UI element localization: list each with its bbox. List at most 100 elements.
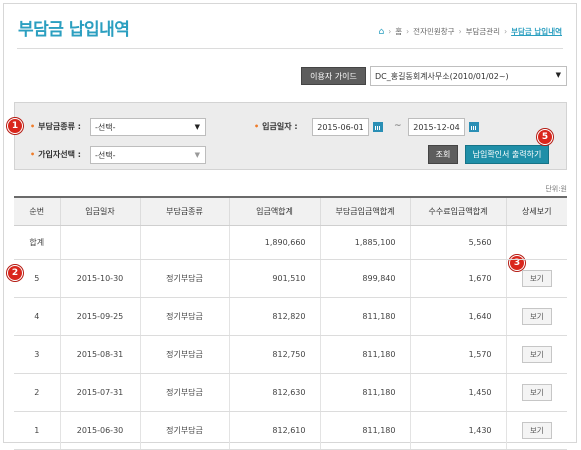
deposit-date: 2015-10-30 — [59, 259, 140, 298]
fee-total: 1,450 — [409, 373, 506, 412]
total-label: 합계 — [14, 225, 60, 260]
row-number: 1 — [14, 411, 60, 450]
caret-down-icon: ▼ — [194, 123, 200, 131]
total-contribution: 1,885,100 — [319, 225, 410, 260]
contribution-total: 811,180 — [319, 335, 410, 374]
deposit-date-label-text: 입금일자 : — [262, 122, 298, 131]
column-header: 부담금종류 — [139, 196, 229, 226]
breadcrumb-current[interactable]: 부담금 납입내역 — [511, 26, 562, 37]
bullet-icon: • — [30, 122, 36, 131]
breadcrumb: ⌂ › 홈 › 전자민원창구 › 부담금관리 › 부담금 납입내역 — [379, 26, 562, 37]
amount-total: 812,610 — [228, 411, 320, 450]
table-cell: 보기 — [505, 259, 567, 298]
contribution-type: 정기부담금 — [139, 335, 229, 374]
deposit-date: 2015-08-31 — [59, 335, 140, 374]
amount-total: 812,750 — [228, 335, 320, 374]
table-cell — [505, 225, 567, 260]
calendar-icon[interactable] — [469, 122, 479, 132]
member-select-label: • 가입자선택 : — [30, 149, 81, 160]
column-header: 상세보기 — [505, 196, 567, 226]
table-cell — [59, 225, 140, 260]
fee-total: 1,670 — [409, 259, 506, 298]
contribution-total: 811,180 — [319, 373, 410, 412]
breadcrumb-separator: › — [504, 27, 508, 36]
deposit-date: 2015-06-30 — [59, 411, 140, 450]
fee-total: 1,640 — [409, 297, 506, 336]
amount-total: 901,510 — [228, 259, 320, 298]
breadcrumb-item[interactable]: 홈 — [395, 26, 402, 37]
caret-down-icon: ▼ — [194, 151, 200, 159]
contribution-total: 899,840 — [319, 259, 410, 298]
table-row: 4 2015-09-25 정기부담금 812,820 811,180 1,640… — [14, 297, 567, 336]
contribution-type-value: -선택- — [95, 122, 116, 132]
column-header: 수수료입금액합계 — [409, 196, 506, 226]
contribution-type-label-text: 부담금종류 : — [38, 122, 81, 131]
home-icon[interactable]: ⌂ — [379, 27, 385, 37]
bullet-icon: • — [30, 150, 36, 159]
view-detail-button[interactable]: 보기 — [521, 269, 552, 287]
contribution-total: 811,180 — [319, 297, 410, 336]
contribution-type: 정기부담금 — [139, 411, 229, 450]
table-cell: 보기 — [505, 411, 567, 450]
office-select-value: DC_홍길동회계사무소(2010/01/02~) — [375, 71, 509, 81]
fee-total: 1,570 — [409, 335, 506, 374]
breadcrumb-separator: › — [458, 27, 462, 36]
breadcrumb-separator: › — [388, 27, 392, 36]
member-select-value: -선택- — [95, 150, 116, 160]
view-detail-button[interactable]: 보기 — [521, 307, 552, 325]
row-number: 5 — [14, 259, 60, 298]
amount-total: 812,630 — [228, 373, 320, 412]
contribution-type-select[interactable]: -선택- ▼ — [90, 118, 206, 136]
fee-total: 1,430 — [409, 411, 506, 450]
total-fee: 5,560 — [409, 225, 506, 260]
callout-marker: 5 — [537, 129, 553, 145]
user-guide-button[interactable]: 이용자 가이드 — [301, 67, 366, 85]
total-amount: 1,890,660 — [228, 225, 320, 260]
title-divider — [17, 48, 563, 49]
table-row: 1 2015-06-30 정기부담금 812,610 811,180 1,430… — [14, 411, 567, 450]
column-header: 순번 — [14, 196, 60, 226]
column-header: 부담금입금액합계 — [319, 196, 410, 226]
table-header-row: 순번 입금일자 부담금종류 입금액합계 부담금입금액합계 수수료입금액합계 상세… — [14, 196, 567, 226]
deposit-history-table: 순번 입금일자 부담금종류 입금액합계 부담금입금액합계 수수료입금액합계 상세… — [14, 196, 567, 450]
view-detail-button[interactable]: 보기 — [521, 383, 552, 401]
date-from-input[interactable]: 2015-06-01 — [312, 118, 369, 136]
row-number: 3 — [14, 335, 60, 374]
breadcrumb-separator: › — [406, 27, 410, 36]
table-cell — [139, 225, 229, 260]
total-row: 합계 1,890,660 1,885,100 5,560 — [14, 225, 567, 260]
member-select-label-text: 가입자선택 : — [38, 150, 81, 159]
calendar-icon[interactable] — [373, 122, 383, 132]
unit-label: 단위:원 — [545, 185, 567, 193]
page-title: 부담금 납입내역 — [18, 20, 130, 40]
search-button[interactable]: 조회 — [428, 145, 458, 164]
amount-total: 812,820 — [228, 297, 320, 336]
caret-down-icon: ▼ — [555, 71, 561, 79]
contribution-type: 정기부담금 — [139, 373, 229, 412]
table-cell: 보기 — [505, 373, 567, 412]
print-confirmation-button[interactable]: 납입확인서 출력하기 — [465, 145, 549, 164]
member-select[interactable]: -선택- ▼ — [90, 146, 206, 164]
date-to-input[interactable]: 2015-12-04 — [408, 118, 465, 136]
view-detail-button[interactable]: 보기 — [521, 421, 552, 439]
breadcrumb-item[interactable]: 전자민원창구 — [413, 26, 454, 37]
deposit-date: 2015-09-25 — [59, 297, 140, 336]
deposit-date-label: • 입금일자 : — [254, 121, 298, 132]
table-row: 2 2015-07-31 정기부담금 812,630 811,180 1,450… — [14, 373, 567, 412]
row-number: 2 — [14, 373, 60, 412]
callout-marker: 1 — [7, 118, 23, 134]
deposit-date: 2015-07-31 — [59, 373, 140, 412]
table-cell: 보기 — [505, 335, 567, 374]
office-select[interactable]: DC_홍길동회계사무소(2010/01/02~) ▼ — [370, 66, 567, 86]
table-cell: 보기 — [505, 297, 567, 336]
column-header: 입금일자 — [59, 196, 140, 226]
contribution-type-label: • 부담금종류 : — [30, 121, 81, 132]
contribution-type: 정기부담금 — [139, 297, 229, 336]
row-number: 4 — [14, 297, 60, 336]
date-range-separator: ~ — [394, 121, 402, 131]
breadcrumb-item[interactable]: 부담금관리 — [466, 26, 501, 37]
view-detail-button[interactable]: 보기 — [521, 345, 552, 363]
contribution-total: 811,180 — [319, 411, 410, 450]
table-row: 5 2015-10-30 정기부담금 901,510 899,840 1,670… — [14, 259, 567, 298]
contribution-type: 정기부담금 — [139, 259, 229, 298]
